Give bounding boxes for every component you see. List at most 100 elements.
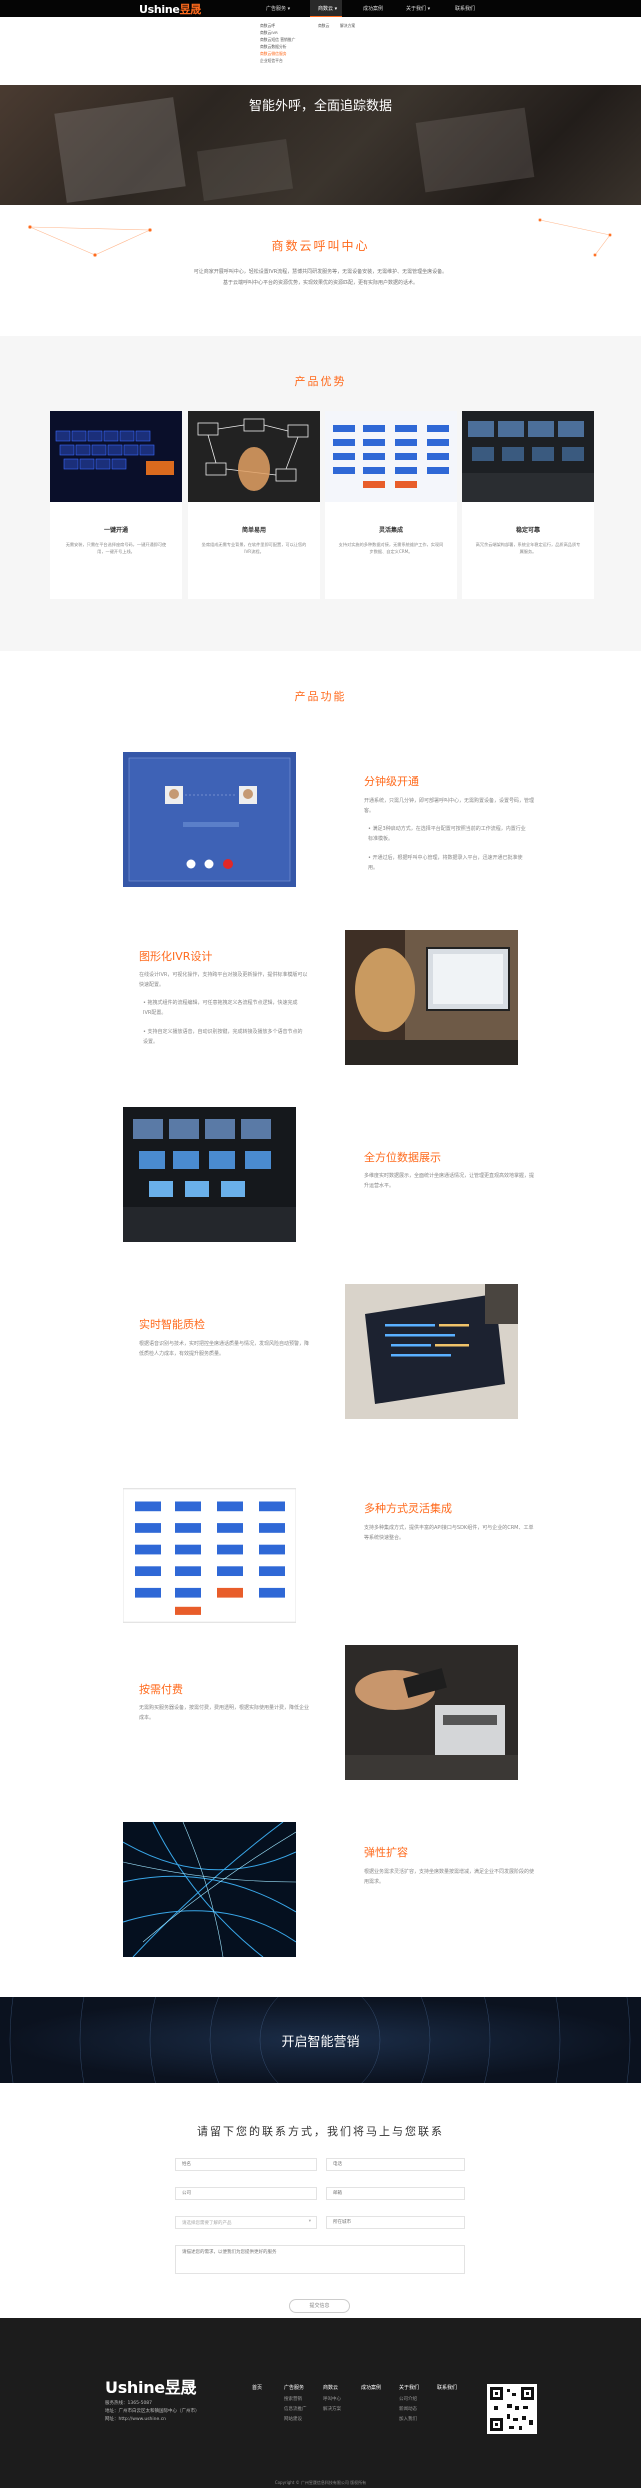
feature-title: 分钟级开通	[364, 775, 419, 788]
contact-title: 请留下您的联系方式，我们将马上与您联系	[197, 2125, 444, 2138]
hero-decoration	[415, 107, 535, 193]
city-input[interactable]	[326, 2216, 465, 2229]
nav-shangshuyun[interactable]: 商数云 ▾	[318, 5, 337, 12]
dropdown-item[interactable]: 商数云	[318, 23, 329, 29]
feature-desc: 根据业务需求灵活扩容，支持坐席数量按需增减，满足企业不同发展阶段的使用需求。	[364, 1869, 535, 1885]
footer-link[interactable]: 公司介绍	[399, 2396, 417, 2402]
advantage-card: 稳定可靠 高冗余云端架构部署，系统全年稳定运行，品质高品质专属服务。	[462, 411, 594, 599]
hero-decoration	[196, 138, 294, 202]
footer-col-shangshuyun[interactable]: 商数云	[323, 2384, 338, 2391]
feature-desc: 支持多种集成方式，提供丰富的API接口与SDK组件，可与企业的CRM、工单等系统…	[364, 1525, 534, 1541]
name-input[interactable]	[175, 2158, 317, 2171]
feature-bullet: • 开通过后，根据呼叫中心管理，将数据录入平台，迅速开通已批准使用。	[368, 855, 523, 871]
footer-website: 网址：http://www.ushine.cn	[105, 2417, 167, 2422]
logo[interactable]: Ushine昱晟	[139, 1, 201, 17]
footer-logo-cn: 昱晟	[164, 2378, 197, 2397]
feature-desc: 在线设计IVR，可视化操作，支持跨平台对接及更新操作，提供标准模版可以快速配置。	[139, 972, 308, 988]
footer-col-about[interactable]: 关于我们	[399, 2384, 419, 2391]
dropdown-item[interactable]: 商数云呼	[260, 23, 275, 29]
advantage-name: 灵活集成	[378, 527, 403, 534]
message-textarea[interactable]	[175, 2245, 465, 2274]
nav-about[interactable]: 关于我们 ▾	[406, 5, 430, 12]
features-title: 产品功能	[294, 690, 347, 703]
network-lights-image	[123, 1822, 296, 1957]
advantage-desc: 无需安装，只需在平台选择座席号码，一键开通即可使用，一键开号上线。	[65, 542, 167, 554]
dropdown-item[interactable]: 商数云IVR	[260, 30, 278, 36]
integration-chart-image	[123, 1488, 296, 1623]
keyboard-image	[50, 411, 182, 502]
feature-desc: 多维度实时数据展示，全面统计坐席通话情况，让管理更直观高效地掌握，提升运营水平。	[364, 1173, 535, 1189]
feature-desc: 根据语音识别与技术，实时把控坐席通话质量与情况，发现风险自动预警，降低质检人力成…	[139, 1341, 310, 1357]
nav-contact[interactable]: 联系我们	[455, 5, 475, 12]
copyright: Copyright © 广州昱晟信息科技有限公司 版权所有	[274, 2480, 367, 2485]
footer-link[interactable]: 搜索营销	[284, 2396, 302, 2402]
network-decoration	[28, 218, 612, 257]
submit-button[interactable]: 提交信息	[289, 2299, 350, 2313]
logo-cn: 昱晟	[179, 3, 202, 16]
footer-hotline: 服务热线：1365-5087	[105, 2401, 153, 2406]
footer-col-home[interactable]: 首页	[252, 2384, 262, 2391]
logo-text: Ushine	[139, 3, 180, 16]
cta-banner: 开启智能营销	[0, 1997, 641, 2083]
chevron-down-icon: ▾	[308, 2219, 311, 2224]
product-select-value: 请选择您需要了解的产品	[182, 2221, 232, 2226]
control-room-image	[462, 411, 594, 502]
email-input[interactable]	[326, 2187, 465, 2200]
footer-address: 地址：广州市白云区太和镇国际中心（广州市）	[105, 2409, 200, 2414]
nav-cases[interactable]: 成功案例	[363, 5, 383, 12]
dropdown-item[interactable]: 解决方案	[340, 23, 355, 29]
footer-link[interactable]: 信息流推广	[284, 2406, 307, 2412]
advantage-card: 简单易用 坐席组成无需专业背景，在软件里即可配置，可以让您的IVR流程。	[188, 411, 320, 599]
feature-desc: 无需购买服务器设备，按需付费，费用透明，根据实际使用量计费，降低企业成本。	[139, 1705, 310, 1721]
footer-col-contact[interactable]: 联系我们	[437, 2384, 457, 2391]
intro-title: 商数云呼叫中心	[271, 239, 370, 253]
company-input[interactable]	[175, 2187, 317, 2200]
footer-link[interactable]: 解决方案	[323, 2406, 341, 2412]
footer-link[interactable]: 加入我们	[399, 2416, 417, 2422]
hero-banner: 智能外呼，全面追踪数据	[0, 85, 641, 205]
footer-col-ad-services[interactable]: 广告服务	[284, 2384, 304, 2391]
feature-title: 多种方式灵活集成	[364, 1502, 452, 1515]
monitor-wall-image	[123, 1107, 296, 1242]
laptop-code-image	[345, 1284, 518, 1419]
footer-link[interactable]: 呼叫中心	[323, 2396, 341, 2402]
dropdown-item[interactable]: 商数云微信服务	[260, 51, 287, 57]
dropdown-item[interactable]: 商数云数据分析	[260, 44, 287, 50]
footer: Ushine昱晟 服务热线：1365-5087 地址：广州市白云区太和镇国际中心…	[0, 2318, 641, 2488]
flowchart-image	[188, 411, 320, 502]
feature-title: 弹性扩容	[364, 1846, 408, 1859]
product-select[interactable]: 请选择您需要了解的产品 ▾	[175, 2216, 317, 2229]
card-payment-image	[345, 1645, 518, 1780]
advantage-card: 一键开通 无需安装，只需在平台选择座席号码，一键开通即可使用，一键开号上线。	[50, 411, 182, 599]
intro-desc-line: 可让商家开展呼叫中心，轻松设置IVR流程，慧博共同研发服务等，无需设备安装，无需…	[193, 269, 448, 275]
call-ui-image	[123, 752, 296, 887]
feature-desc: 开通系统，只需几分钟，即可部署呼叫中心，无需购置设备，设置号码，管理客。	[364, 798, 535, 814]
top-navbar: Ushine昱晟 广告服务 ▾ 商数云 ▾ 成功案例 关于我们 ▾ 联系我们	[0, 0, 641, 17]
cta-title: 开启智能营销	[281, 2035, 360, 2050]
footer-logo-text: Ushine	[105, 2378, 165, 2397]
advantages-title: 产品优势	[294, 375, 347, 388]
feature-title: 全方位数据展示	[364, 1151, 441, 1164]
feature-title: 图形化IVR设计	[139, 950, 213, 963]
integration-diagram-image	[325, 411, 457, 502]
feature-title: 实时智能质检	[139, 1318, 205, 1331]
advantage-desc: 坐席组成无需专业背景，在软件里即可配置，可以让您的IVR流程。	[201, 542, 307, 554]
feature-title: 按需付费	[139, 1683, 183, 1696]
feature-bullet: • 满足3种启动方式，在选择平台配置可按照当前的工作流程，内置行业标准模板。	[368, 826, 526, 842]
footer-col-cases[interactable]: 成功案例	[361, 2384, 381, 2391]
advantage-name: 一键开通	[103, 527, 128, 534]
nav-ad-services[interactable]: 广告服务 ▾	[266, 5, 290, 12]
feature-bullet: • 拖拽式组件的流程编辑，可任意拖拽定义各流程节点逻辑，快速完成IVR配置。	[143, 1000, 298, 1016]
qr-code-icon	[487, 2384, 537, 2434]
advantage-name: 简单易用	[241, 527, 266, 534]
footer-logo[interactable]: Ushine昱晟	[105, 2374, 197, 2398]
feature-bullet: • 支持自定义播放语音，自动识别按键，完成转接及播放多个语音节点的设置。	[143, 1029, 303, 1045]
advantage-desc: 支持对实施的多种数据对接，无需系统维护工作，实现同步数据、自定义CRM。	[338, 542, 444, 554]
dropdown-item[interactable]: 商数云短信 营销推广	[260, 37, 295, 43]
footer-link[interactable]: 新闻动态	[399, 2406, 417, 2412]
phone-input[interactable]	[326, 2158, 465, 2171]
advantage-desc: 高冗余云端架构部署，系统全年稳定运行，品质高品质专属服务。	[475, 542, 581, 554]
woman-computer-image	[345, 930, 518, 1065]
dropdown-item[interactable]: 企业短信平台	[260, 58, 283, 64]
footer-link[interactable]: 网站建设	[284, 2416, 302, 2422]
